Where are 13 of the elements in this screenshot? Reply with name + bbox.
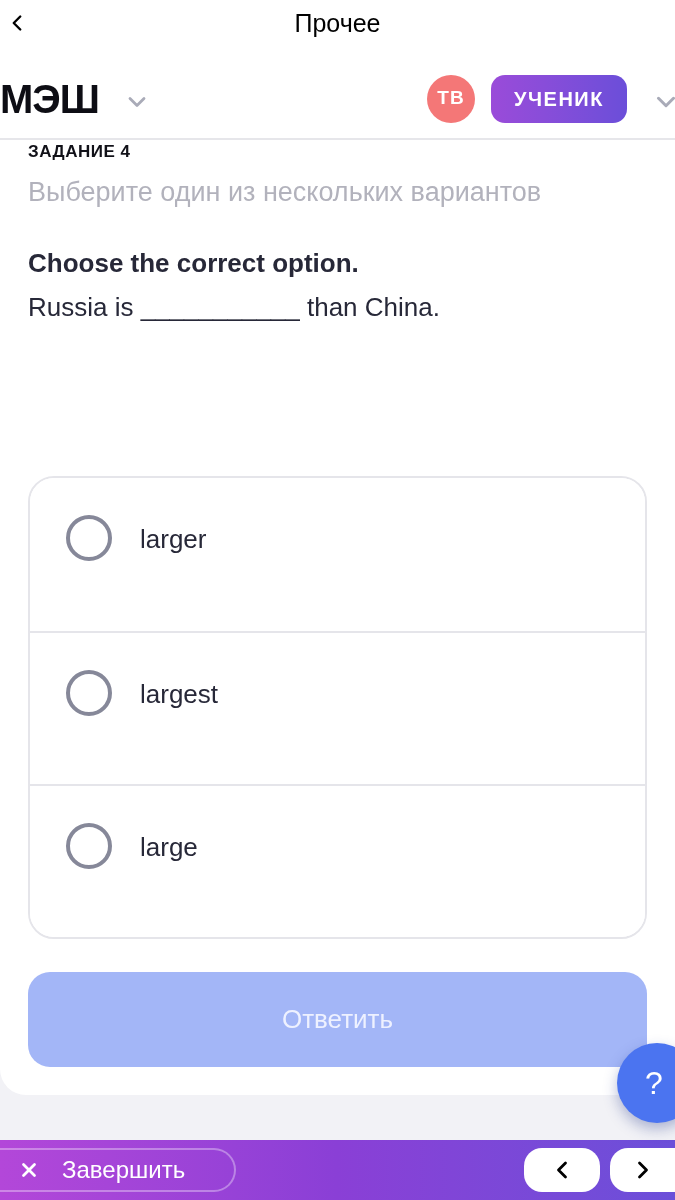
task-heading: ЗАДАНИЕ 4	[28, 142, 131, 162]
task-prompt: Choose the correct option.	[28, 247, 359, 279]
help-button[interactable]: ?	[617, 1043, 675, 1123]
page-title: Прочее	[294, 7, 381, 38]
user-avatar: ТВ	[427, 74, 475, 123]
next-button[interactable]	[610, 1148, 675, 1192]
task-sentence: Russia is ___________ than China.	[28, 291, 440, 323]
finish-button[interactable]: Завершить	[0, 1148, 236, 1192]
task-instruction: Выберите один из нескольких вариантов	[28, 176, 542, 209]
answer-option[interactable]: large	[30, 784, 645, 937]
app-logo: МЭШ	[0, 76, 99, 121]
role-button[interactable]: УЧЕНИК	[491, 74, 627, 123]
previous-button[interactable]	[524, 1148, 600, 1192]
